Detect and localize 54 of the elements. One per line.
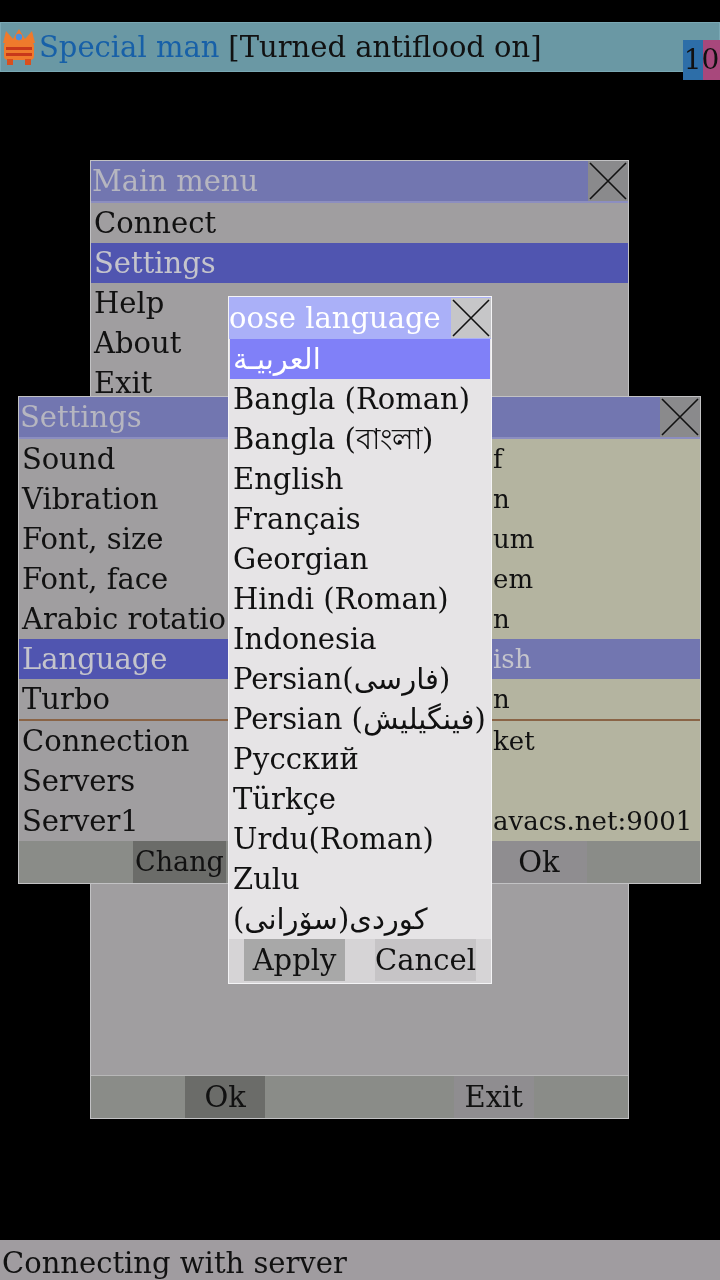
dialog-button[interactable]: Exit <box>453 1076 534 1118</box>
close-button[interactable] <box>588 161 628 201</box>
setting-value: ket <box>493 725 535 758</box>
setting-label: Font, size <box>22 521 164 558</box>
language-option[interactable]: Urdu(Roman) <box>230 819 490 859</box>
dialog-button[interactable]: Chang <box>133 841 226 883</box>
setting-value: em <box>493 563 534 596</box>
setting-label: Server1 <box>22 803 139 840</box>
setting-label: Sound <box>22 441 116 478</box>
setting-label: Connection <box>22 723 190 760</box>
language-option[interactable]: Bangla (বাংলা) <box>230 419 490 459</box>
setting-label: Vibration <box>22 481 159 518</box>
menu-item[interactable]: Settings <box>91 243 628 283</box>
user-name: Special man <box>39 29 220 66</box>
language-option[interactable]: Türkçe <box>230 779 490 819</box>
dialog-button[interactable]: Ok <box>185 1076 266 1118</box>
window-title: Settings <box>19 399 142 436</box>
dialog-button[interactable]: Apply <box>244 939 345 981</box>
setting-value: n <box>493 483 510 516</box>
language-option[interactable]: Français <box>230 499 490 539</box>
close-icon <box>661 398 699 436</box>
language-option[interactable]: Indonesia <box>230 619 490 659</box>
setting-value: avacs.net:9001 <box>493 805 693 838</box>
close-icon <box>589 162 627 200</box>
status-message: [Turned antiflood on] <box>228 29 542 66</box>
setting-label: Servers <box>22 763 136 800</box>
window-title: Main menu <box>91 163 259 200</box>
crown-icon <box>1 28 37 66</box>
language-option[interactable]: English <box>230 459 490 499</box>
language-option[interactable]: کوردی(سۆرانی) <box>230 899 490 939</box>
status-text: Connecting with server <box>1 1245 347 1280</box>
language-option[interactable]: Русский <box>230 739 490 779</box>
setting-value: um <box>493 523 535 556</box>
setting-label: Arabic rotatio <box>22 601 227 638</box>
setting-value: f <box>493 443 503 476</box>
language-option[interactable]: Persian(فارسی) <box>230 659 490 699</box>
setting-value: n <box>493 603 510 636</box>
language-option[interactable]: Zulu <box>230 859 490 899</box>
setting-label: Turbo <box>22 681 110 718</box>
dialog-button[interactable]: Ok <box>491 841 587 883</box>
setting-value: ish <box>493 643 532 676</box>
language-option[interactable]: Bangla (Roman) <box>230 379 490 419</box>
menu-item[interactable]: Connect <box>91 203 628 243</box>
close-button[interactable] <box>660 397 700 437</box>
language-option[interactable]: Georgian <box>230 539 490 579</box>
dialog-button[interactable]: Cancel <box>375 939 476 981</box>
language-option[interactable]: Persian (فینگیلیش) <box>230 699 490 739</box>
setting-value: n <box>493 683 510 716</box>
close-button[interactable] <box>451 298 491 338</box>
close-icon <box>452 299 490 337</box>
window-title: oose language <box>229 300 441 337</box>
setting-label: Language <box>22 641 168 678</box>
language-option[interactable]: Hindi (Roman) <box>230 579 490 619</box>
setting-label: Font, face <box>22 561 169 598</box>
